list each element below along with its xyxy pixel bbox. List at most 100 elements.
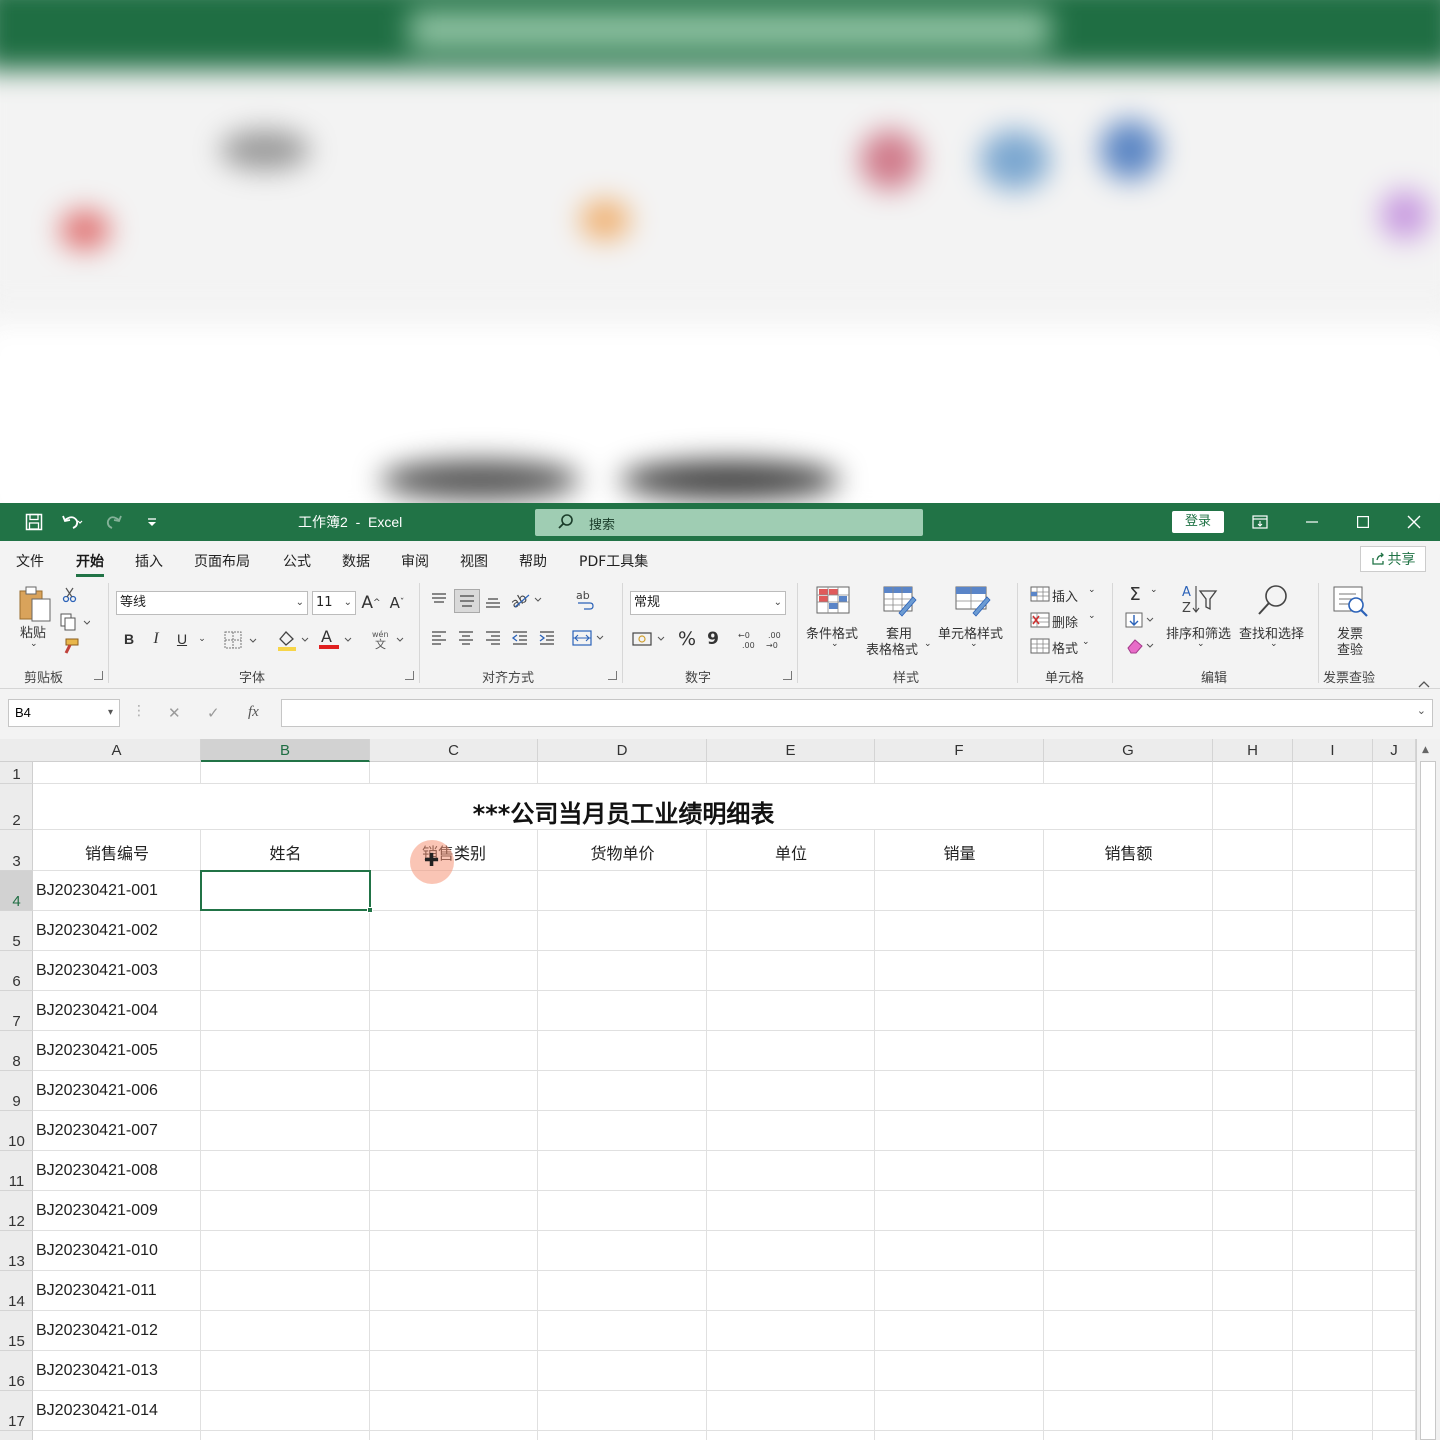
- save-icon[interactable]: [20, 503, 48, 541]
- tab-home[interactable]: 开始: [76, 551, 104, 577]
- increase-indent-icon[interactable]: [538, 629, 556, 651]
- insert-cells-dropdown-icon[interactable]: ⌄: [1088, 585, 1096, 595]
- sales-id-cell[interactable]: BJ20230421-010: [36, 1242, 158, 1260]
- name-box[interactable]: B4 ▾: [8, 699, 120, 727]
- sort-filter-dropdown-icon[interactable]: ⌄: [1197, 639, 1205, 649]
- italic-button[interactable]: I: [145, 627, 167, 651]
- paste-icon[interactable]: [18, 585, 52, 627]
- login-button[interactable]: 登录: [1172, 511, 1224, 533]
- align-center-icon[interactable]: [457, 629, 475, 651]
- tab-file[interactable]: 文件: [16, 551, 44, 571]
- format-cells-label[interactable]: 格式: [1052, 638, 1078, 657]
- decrease-font-icon[interactable]: Aˇ: [386, 591, 408, 615]
- scrollbar-thumb[interactable]: [1420, 761, 1436, 1440]
- accounting-format-icon[interactable]: [632, 629, 668, 653]
- clipboard-launcher-icon[interactable]: [94, 671, 103, 680]
- cut-icon[interactable]: [62, 587, 78, 607]
- sales-id-cell[interactable]: BJ20230421-003: [36, 962, 158, 980]
- tab-formulas[interactable]: 公式: [283, 551, 311, 571]
- formula-bar-grip-icon[interactable]: ⋮: [132, 703, 146, 719]
- scroll-up-icon[interactable]: ▲: [1422, 745, 1429, 755]
- column-header-d[interactable]: D: [538, 739, 707, 762]
- header-cell[interactable]: 姓名: [201, 840, 370, 864]
- format-cells-icon[interactable]: [1030, 637, 1050, 659]
- row-header-1[interactable]: 1: [0, 762, 33, 784]
- tab-insert[interactable]: 插入: [135, 551, 163, 571]
- format-painter-icon[interactable]: [60, 637, 80, 659]
- tab-review[interactable]: 审阅: [401, 551, 429, 571]
- wrap-text-icon[interactable]: ab: [574, 589, 596, 615]
- header-cell[interactable]: 销量: [875, 840, 1044, 864]
- find-select-dropdown-icon[interactable]: ⌄: [1270, 639, 1278, 649]
- format-cells-dropdown-icon[interactable]: ⌄: [1082, 637, 1090, 647]
- column-header-j[interactable]: J: [1373, 739, 1416, 762]
- underline-dropdown-icon[interactable]: ⌄: [195, 627, 209, 651]
- comma-style-button[interactable]: 9: [703, 627, 723, 651]
- font-size-select[interactable]: 11 ⌄: [312, 591, 356, 615]
- sales-id-cell[interactable]: BJ20230421-009: [36, 1202, 158, 1220]
- autosum-dropdown-icon[interactable]: ⌄: [1150, 585, 1158, 595]
- fill-color-icon[interactable]: [276, 629, 314, 655]
- increase-font-icon[interactable]: A ^: [360, 591, 382, 615]
- column-header-c[interactable]: C: [370, 739, 538, 762]
- fill-handle[interactable]: [367, 907, 373, 913]
- conditional-formatting-dropdown-icon[interactable]: ⌄: [831, 639, 839, 649]
- row-header-17[interactable]: 17: [0, 1391, 33, 1431]
- formula-input[interactable]: ⌄: [281, 699, 1433, 727]
- row-header-7[interactable]: 7: [0, 991, 33, 1031]
- format-as-table-icon[interactable]: [883, 585, 917, 621]
- format-as-table-label-2[interactable]: 表格格式: [866, 639, 918, 658]
- merge-center-icon[interactable]: [572, 629, 608, 651]
- autosum-icon[interactable]: Σ: [1124, 583, 1146, 605]
- invoice-check-icon[interactable]: [1332, 585, 1370, 623]
- insert-function-icon[interactable]: fx: [248, 704, 259, 721]
- cancel-entry-icon[interactable]: ✕: [168, 704, 181, 722]
- clear-icon[interactable]: [1125, 637, 1159, 659]
- number-format-select[interactable]: 常规 ⌄: [630, 591, 786, 615]
- header-cell[interactable]: 单位: [707, 840, 875, 864]
- customize-quick-access-icon[interactable]: [142, 503, 162, 541]
- undo-icon[interactable]: [54, 503, 90, 541]
- font-name-select[interactable]: 等线 ⌄: [116, 591, 308, 615]
- row-header-2[interactable]: 2: [0, 784, 33, 830]
- row-header-4[interactable]: 4: [0, 871, 33, 911]
- header-cell[interactable]: 货物单价: [538, 840, 707, 864]
- sales-id-cell[interactable]: BJ20230421-013: [36, 1362, 158, 1380]
- font-launcher-icon[interactable]: [405, 671, 414, 680]
- row-header-6[interactable]: 6: [0, 951, 33, 991]
- fill-icon[interactable]: [1125, 611, 1159, 633]
- sales-id-cell[interactable]: BJ20230421-011: [36, 1282, 157, 1300]
- insert-cells-label[interactable]: 插入: [1052, 586, 1078, 605]
- orientation-icon[interactable]: ab: [509, 589, 545, 615]
- ribbon-display-options-icon[interactable]: [1237, 503, 1283, 541]
- row-header-13[interactable]: 13: [0, 1231, 33, 1271]
- delete-cells-icon[interactable]: [1030, 611, 1050, 633]
- confirm-entry-icon[interactable]: ✓: [207, 704, 220, 722]
- row-header-8[interactable]: 8: [0, 1031, 33, 1071]
- bottom-align-icon[interactable]: [484, 593, 502, 615]
- sales-id-cell[interactable]: BJ20230421-014: [36, 1402, 158, 1420]
- name-box-dropdown-icon[interactable]: ▾: [108, 700, 113, 726]
- middle-align-icon[interactable]: [454, 589, 480, 613]
- format-as-table-dropdown-icon[interactable]: ⌄: [924, 639, 932, 649]
- row-header-12[interactable]: 12: [0, 1191, 33, 1231]
- sales-id-cell[interactable]: BJ20230421-002: [36, 922, 158, 940]
- cell-area[interactable]: ***公司当月员工业绩明细表 销售编号 姓名 销售类别 货物单价 单位 销量 销售额 BJ202…: [33, 762, 1416, 1440]
- column-header-i[interactable]: I: [1293, 739, 1373, 762]
- find-select-icon[interactable]: [1256, 583, 1290, 621]
- sheet-title[interactable]: ***公司当月员工业绩明细表: [33, 794, 1214, 829]
- minimize-icon[interactable]: [1289, 503, 1335, 541]
- number-launcher-icon[interactable]: [783, 671, 792, 680]
- phonetic-guide-icon[interactable]: wén 文: [370, 627, 408, 655]
- delete-cells-label[interactable]: 删除: [1052, 612, 1078, 631]
- column-header-b[interactable]: B: [201, 739, 370, 762]
- row-header-3[interactable]: 3: [0, 830, 33, 871]
- sales-id-cell[interactable]: BJ20230421-008: [36, 1162, 158, 1180]
- underline-button[interactable]: U: [171, 627, 193, 651]
- percent-button[interactable]: %: [676, 627, 698, 651]
- font-color-icon[interactable]: A: [318, 627, 358, 655]
- header-cell[interactable]: 销售编号: [33, 840, 201, 864]
- column-header-a[interactable]: A: [33, 739, 201, 762]
- insert-cells-icon[interactable]: [1030, 585, 1050, 607]
- tab-page-layout[interactable]: 页面布局: [194, 551, 250, 571]
